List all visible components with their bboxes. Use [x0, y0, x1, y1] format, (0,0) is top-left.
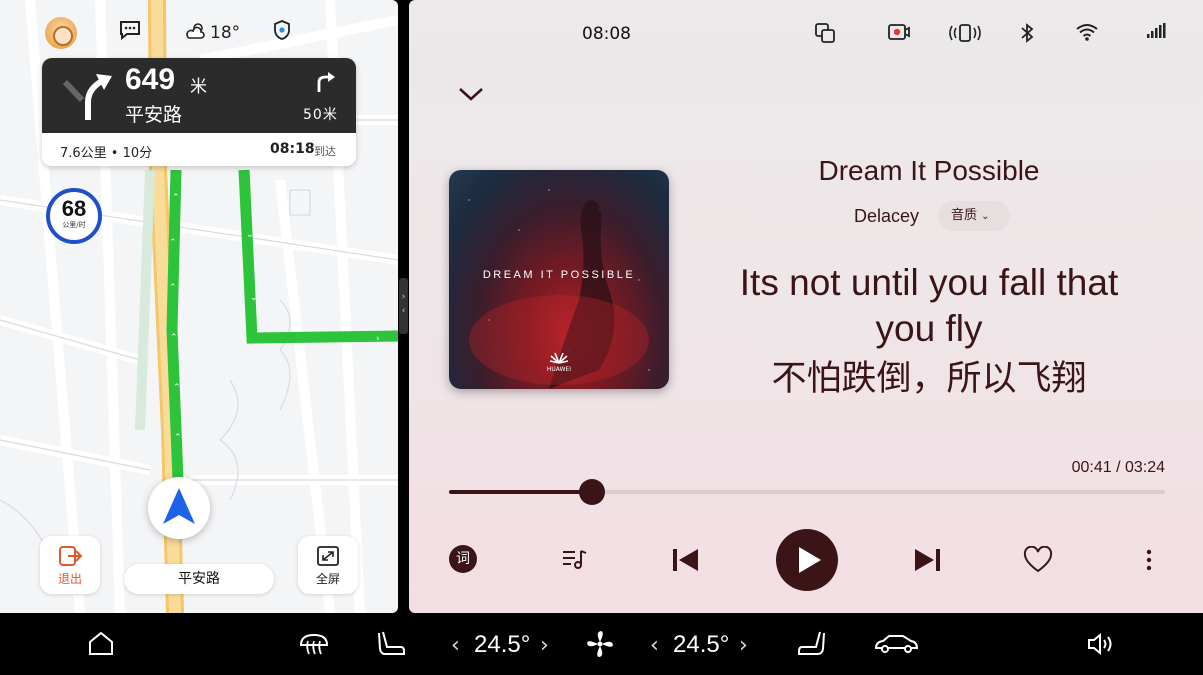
playlist-icon[interactable]: [561, 547, 587, 575]
message-icon[interactable]: [118, 19, 142, 46]
screen-cast-icon[interactable]: [814, 22, 836, 49]
playback-time: 00:41 / 03:24: [1071, 459, 1165, 476]
song-title: Dream It Possible: [818, 155, 1040, 186]
speed-limit-value: 68: [61, 196, 87, 221]
home-icon[interactable]: [87, 630, 115, 662]
album-title-text: DREAM IT POSSIBLE: [482, 269, 636, 281]
lyric-line-3: 不怕跌倒，所以飞翔: [771, 359, 1087, 399]
svg-text:⌄: ⌄: [246, 230, 254, 240]
current-road-pill[interactable]: 平安路: [124, 564, 274, 594]
lyric-line-2: you fly: [875, 308, 983, 349]
quality-chevron-icon: ⌄: [981, 211, 990, 222]
vibration-icon[interactable]: [949, 22, 981, 49]
lyric-line-1: Its not until you fall that: [739, 262, 1119, 303]
left-temperature: 24.5°: [474, 631, 531, 658]
lyrics-toggle-button[interactable]: 词: [449, 545, 477, 573]
next-track-button[interactable]: [912, 547, 942, 577]
fullscreen-button[interactable]: 全屏: [298, 536, 358, 594]
cellular-signal-icon: [1146, 22, 1166, 45]
svg-text:⌃: ⌃: [173, 383, 181, 393]
album-cover[interactable]: DREAM IT POSSIBLE HUAWEI: [449, 170, 669, 389]
left-seat-heating-icon[interactable]: [377, 629, 407, 665]
music-player-panel: 08:08 DREAM IT POSSIBLE HUAWEI Dream It …: [409, 0, 1203, 613]
more-options-icon[interactable]: [1145, 548, 1153, 576]
right-temp-increase-button[interactable]: ›: [739, 633, 748, 658]
svg-text:⌄: ⌄: [250, 293, 258, 303]
distance-unit: 米: [190, 77, 207, 97]
turn-distance: 649: [125, 63, 176, 96]
svg-text:⌃: ⌃: [169, 238, 177, 248]
huawei-logo-icon: [547, 350, 571, 364]
trip-summary: 7.6公里 • 10分: [60, 146, 153, 161]
exit-label: 退出: [57, 572, 82, 586]
weather-icon: [186, 21, 208, 46]
exit-navigation-button[interactable]: 退出: [40, 536, 100, 594]
svg-text:›: ›: [376, 334, 380, 344]
artist-name[interactable]: Delacey: [854, 206, 919, 227]
turn-arrow-icon: [60, 70, 120, 126]
next-turn-icon: [314, 70, 336, 98]
speed-limit-badge: 68 公里/时: [46, 188, 102, 244]
collapse-chevron-icon[interactable]: [457, 84, 485, 108]
progress-track[interactable]: [449, 479, 1165, 505]
volume-icon[interactable]: [1086, 631, 1116, 663]
right-seat-heating-icon[interactable]: [796, 629, 826, 665]
audio-quality-button[interactable]: 音质 ⌄: [938, 201, 1010, 231]
fullscreen-icon: [298, 545, 358, 570]
car-settings-icon[interactable]: [873, 633, 919, 661]
wifi-icon[interactable]: [1075, 22, 1099, 47]
location-arrow-icon: [163, 488, 195, 524]
arrival-label: 到达: [314, 145, 336, 158]
turn-road-name: 平安路: [125, 104, 183, 126]
navigation-map-panel[interactable]: ⌃ ⌃ ⌃ ⌃ ⌃ ⌃ ⌄ ⌄ › 18° 649 米 平安路 50米 7.6公里 • 10分…: [0, 0, 398, 613]
current-location-marker[interactable]: [148, 477, 210, 539]
bluetooth-icon[interactable]: [1019, 22, 1035, 49]
turn-instruction-card[interactable]: 649 米 平安路 50米 7.6公里 • 10分 08:18 到达: [42, 58, 356, 166]
left-temp-decrease-button[interactable]: ‹: [451, 633, 460, 658]
right-temp-decrease-button[interactable]: ‹: [650, 633, 659, 658]
play-button[interactable]: [776, 529, 838, 591]
right-temperature: 24.5°: [673, 631, 730, 658]
exit-icon: [40, 545, 100, 570]
shield-icon[interactable]: [272, 19, 292, 46]
left-temp-increase-button[interactable]: ›: [540, 633, 549, 658]
audio-quality-label: 音质: [951, 208, 978, 223]
progress-thumb[interactable]: [579, 479, 606, 505]
svg-text:⌃: ⌃: [170, 333, 178, 343]
progress-fill: [449, 490, 593, 494]
divider-arrows-icon: › ‹: [401, 292, 406, 316]
favorite-heart-icon[interactable]: [1023, 545, 1053, 578]
speed-limit-unit: 公里/时: [62, 221, 86, 229]
play-icon: [799, 547, 821, 573]
fullscreen-label: 全屏: [315, 572, 340, 586]
climate-dock: ‹ 24.5° › ‹ 24.5° ›: [0, 613, 1203, 675]
status-time: 08:08: [582, 24, 631, 44]
svg-text:⌃: ⌃: [174, 433, 182, 443]
weather-temp: 18°: [210, 23, 241, 43]
next-turn-distance: 50米: [303, 107, 338, 123]
fan-icon[interactable]: [585, 629, 615, 665]
dashcam-record-icon[interactable]: [887, 22, 911, 47]
next-icon: [915, 549, 940, 571]
arrival-time: 08:18: [270, 141, 315, 157]
album-brand-text: HUAWEI: [546, 366, 572, 373]
split-divider-handle[interactable]: › ‹: [399, 278, 408, 334]
rear-defrost-icon[interactable]: [298, 631, 330, 663]
previous-track-button[interactable]: [671, 547, 701, 577]
previous-icon: [673, 549, 698, 571]
user-avatar[interactable]: [45, 17, 77, 49]
svg-text:⌃: ⌃: [172, 193, 180, 203]
svg-text:⌃: ⌃: [169, 283, 177, 293]
